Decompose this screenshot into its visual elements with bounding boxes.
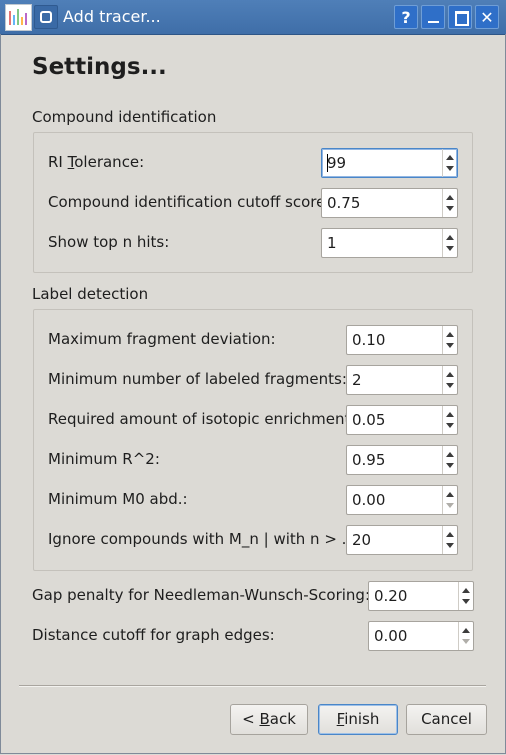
spin-up-icon[interactable] [446,332,454,337]
separator [19,685,486,687]
spin-up-icon[interactable] [446,492,454,497]
finish-button[interactable]: Finish [318,704,398,735]
spin-up-icon[interactable] [446,452,454,457]
minimize-button[interactable] [421,5,445,29]
spin-down-icon[interactable] [446,246,454,251]
distance-cutoff-label: Distance cutoff for graph edges: [32,626,275,644]
spin-down-icon[interactable] [446,463,454,468]
isotopic-enrichment-spinbox[interactable]: 0.05 [346,405,458,435]
spin-down-icon [446,503,454,508]
spin-down-icon[interactable] [446,343,454,348]
cutoff-score-value: 0.75 [327,194,361,212]
min-m0-spinbox[interactable]: 0.00 [346,485,458,515]
maximize-button[interactable] [448,5,472,29]
gap-penalty-value: 0.20 [374,587,408,605]
minimize-icon [428,21,439,23]
help-button[interactable]: ? [394,5,418,29]
spin-down-icon[interactable] [462,599,470,604]
distance-cutoff-spinbox[interactable]: 0.00 [368,621,474,651]
min-r2-spinbox[interactable]: 0.95 [346,445,458,475]
back-button[interactable]: < Back [230,704,308,735]
spin-up-icon[interactable] [446,412,454,417]
fragment-deviation-spinbox[interactable]: 0.10 [346,325,458,355]
maximize-icon [455,11,469,26]
ri-tolerance-value: 99 [327,154,347,172]
label-group-title: Label detection [32,285,149,303]
spin-down-icon[interactable] [446,166,454,171]
spin-down-icon [462,639,470,644]
gap-penalty-label: Gap penalty for Needleman-Wunsch-Scoring… [32,586,371,604]
spin-down-icon[interactable] [446,423,454,428]
window-title: Add tracer... [63,7,161,26]
ignore-compounds-spinbox[interactable]: 20 [346,525,458,555]
cutoff-score-spinbox[interactable]: 0.75 [321,188,458,218]
fragment-deviation-label: Maximum fragment deviation: [48,330,276,348]
close-button[interactable]: ✕ [475,5,499,29]
top-hits-label: Show top n hits: [48,233,170,251]
ri-tolerance-label: RI Tolerance: [48,153,145,171]
ri-tolerance-spinbox[interactable]: 99 [321,148,458,178]
min-m0-value: 0.00 [352,491,386,509]
spin-down-icon[interactable] [446,383,454,388]
ignore-compounds-label: Ignore compounds with M_n | with n > ...… [48,530,362,548]
spin-up-icon[interactable] [446,532,454,537]
spin-up-icon[interactable] [446,235,454,240]
labeled-fragments-spinbox[interactable]: 2 [346,365,458,395]
cutoff-score-label: Compound identification cutoff score: [48,193,331,211]
gap-penalty-spinbox[interactable]: 0.20 [368,581,474,611]
min-r2-value: 0.95 [352,451,386,469]
labeled-fragments-label: Minimum number of labeled fragments: [48,370,347,388]
spin-up-icon[interactable] [446,372,454,377]
ignore-compounds-value: 20 [352,531,372,549]
top-hits-spinbox[interactable]: 1 [321,228,458,258]
cancel-button[interactable]: Cancel [406,704,487,735]
page-title: Settings... [32,54,167,80]
labeled-fragments-value: 2 [352,371,362,389]
spin-up-icon[interactable] [446,155,454,160]
min-m0-label: Minimum M0 abd.: [48,490,188,508]
spin-down-icon[interactable] [446,206,454,211]
min-r2-label: Minimum R^2: [48,450,160,468]
top-hits-value: 1 [327,234,337,252]
isotopic-enrichment-label: Required amount of isotopic enrichment: [48,410,356,428]
app-icon [5,4,32,31]
fragment-deviation-value: 0.10 [352,331,386,349]
spin-up-icon[interactable] [462,628,470,633]
window-menu-icon[interactable] [34,5,58,29]
isotopic-enrichment-value: 0.05 [352,411,386,429]
title-bar[interactable]: Add tracer... ? ✕ [0,0,506,35]
spin-up-icon[interactable] [446,195,454,200]
distance-cutoff-value: 0.00 [374,627,408,645]
compound-group-title: Compound identification [32,108,217,126]
spin-up-icon[interactable] [462,588,470,593]
spin-down-icon[interactable] [446,543,454,548]
